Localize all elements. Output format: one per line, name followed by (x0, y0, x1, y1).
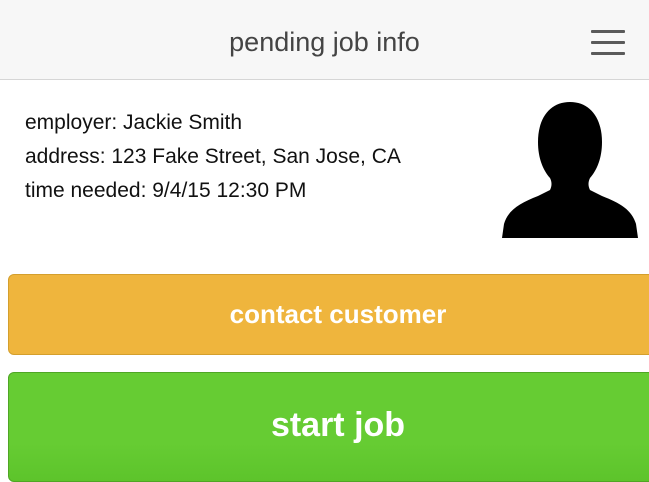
user-silhouette-icon (498, 98, 642, 242)
hamburger-menu-icon[interactable] (588, 28, 628, 58)
header-bar: pending job info (0, 0, 649, 80)
contact-customer-button[interactable]: contact customer (8, 274, 649, 355)
employer-text: employer: Jackie Smith (25, 111, 243, 134)
time-needed-text: time needed: 9/4/15 12:30 PM (25, 179, 307, 202)
job-info: employer: Jackie Smith address: 123 Fake… (25, 106, 401, 208)
page-title: pending job info (229, 27, 420, 57)
start-job-button[interactable]: start job (8, 372, 649, 482)
address-text: address: 123 Fake Street, San Jose, CA (25, 145, 401, 168)
